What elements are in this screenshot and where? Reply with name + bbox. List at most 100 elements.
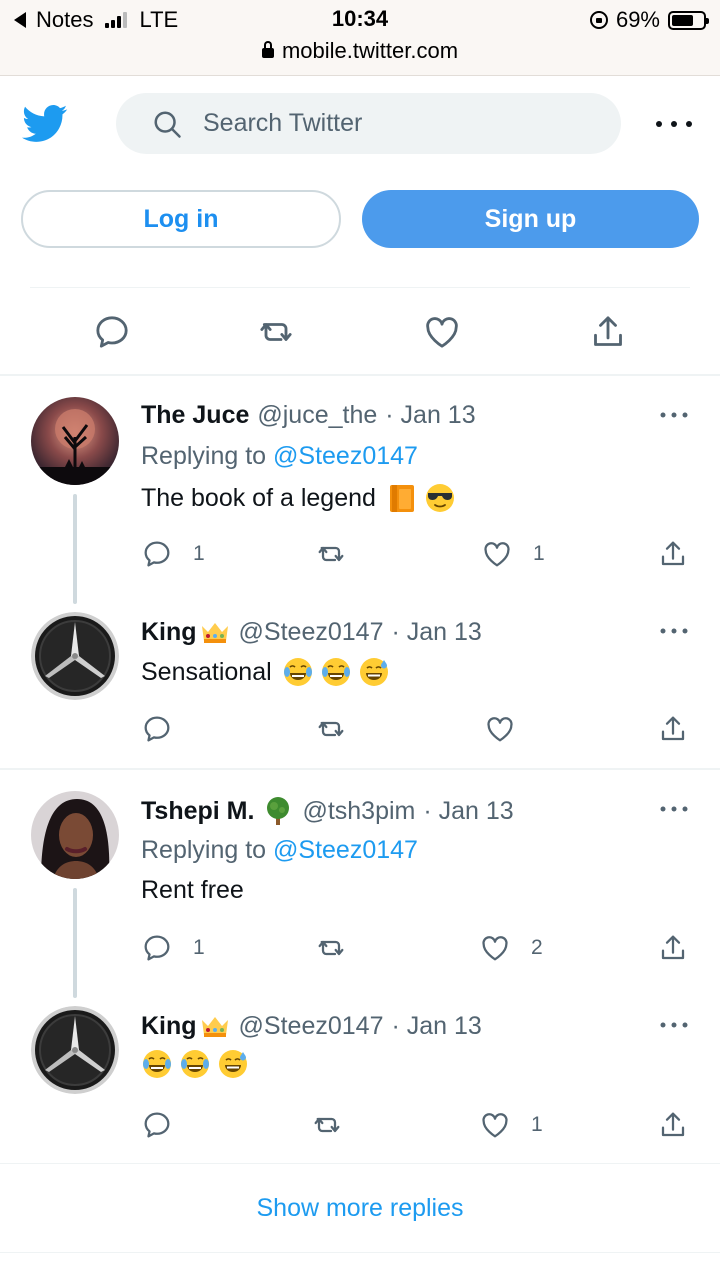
thread-line (73, 494, 77, 604)
author-handle[interactable]: @juce_the (257, 401, 377, 430)
avatar[interactable] (31, 1006, 119, 1094)
thread-line (73, 888, 77, 998)
tweet-body: Rent free (141, 876, 244, 904)
author-name[interactable]: King (141, 618, 197, 647)
tweet-date[interactable]: · Jan 13 (385, 401, 475, 430)
reply-icon (141, 1109, 173, 1141)
like-action[interactable]: 1 (481, 538, 545, 570)
retweet-action[interactable] (315, 713, 347, 745)
share-icon (657, 538, 689, 570)
status-bar: Notes LTE 10:34 69% (0, 0, 720, 40)
search-input[interactable] (203, 109, 583, 138)
author-handle[interactable]: @Steez0147 (239, 1012, 384, 1041)
tweet-more-icon[interactable] (660, 412, 688, 418)
like-icon (481, 538, 513, 570)
signup-button[interactable]: Sign up (362, 190, 699, 248)
like-count: 2 (531, 936, 543, 959)
author-name[interactable]: Tshepi M. (141, 797, 254, 826)
share-action[interactable] (657, 1109, 689, 1141)
author-handle[interactable]: @Steez0147 (239, 618, 384, 647)
twitter-header: Log in Sign up (0, 76, 720, 272)
tweet-text: Rent free (141, 876, 244, 905)
tweet-text: The book of a legend (141, 482, 456, 514)
twitter-bird-icon[interactable] (22, 104, 68, 144)
reply-count: 1 (193, 936, 205, 959)
tweet-text: Sensational (141, 656, 390, 688)
sunglasses-emoji (424, 482, 456, 514)
retweet-icon (315, 713, 347, 745)
lock-icon (261, 41, 274, 58)
reply-icon (141, 713, 173, 745)
like-count: 1 (533, 542, 545, 565)
tweet-header: The Juce @juce_the · Jan 13 (141, 401, 476, 430)
reply-icon[interactable] (92, 312, 132, 352)
tears-of-joy-emoji (282, 656, 314, 688)
url-domain: mobile.twitter.com (281, 38, 459, 63)
tweet-date[interactable]: · Jan 13 (423, 797, 513, 826)
crown-emoji (199, 616, 231, 648)
like-count: 1 (531, 1113, 543, 1136)
orange-book-emoji (386, 482, 418, 514)
avatar[interactable] (31, 791, 119, 879)
replying-prefix: Replying to (141, 442, 267, 470)
like-icon[interactable] (422, 312, 462, 352)
share-action[interactable] (657, 538, 689, 570)
url-bar[interactable]: mobile.twitter.com (0, 38, 720, 64)
like-action[interactable]: 1 (479, 1109, 543, 1141)
reply-icon (141, 932, 173, 964)
retweet-icon (315, 932, 347, 964)
share-icon[interactable] (588, 312, 628, 352)
tweet-date[interactable]: · Jan 13 (391, 618, 481, 647)
login-button[interactable]: Log in (21, 190, 341, 248)
reply-action[interactable] (141, 713, 173, 745)
avatar[interactable] (31, 612, 119, 700)
author-name[interactable]: King (141, 1012, 197, 1041)
tweet-header: King @Steez0147 · Jan 13 (141, 1010, 482, 1042)
divider (0, 768, 720, 770)
tears-of-joy-emoji (141, 1048, 173, 1080)
retweet-action[interactable] (311, 1109, 343, 1141)
battery-percent: 69% (615, 7, 660, 32)
tree-emoji (262, 795, 294, 827)
retweet-action[interactable] (315, 932, 347, 964)
share-icon (657, 1109, 689, 1141)
tweet-date[interactable]: · Jan 13 (391, 1012, 481, 1041)
status-right: 69% (589, 7, 709, 33)
search-box[interactable] (116, 93, 621, 154)
mention-link[interactable]: @Steez0147 (273, 442, 418, 470)
retweet-action[interactable] (315, 538, 347, 570)
like-action[interactable]: 2 (479, 932, 543, 964)
share-icon (657, 932, 689, 964)
tweet-more-icon[interactable] (660, 1022, 688, 1028)
battery-icon (668, 10, 709, 30)
more-options-icon[interactable] (656, 114, 692, 134)
rotation-lock-icon (589, 11, 608, 29)
reply-action[interactable]: 1 (141, 538, 205, 570)
tweet-more-icon[interactable] (660, 628, 688, 634)
like-icon (484, 713, 516, 745)
tears-of-joy-emoji (179, 1048, 211, 1080)
share-icon (657, 713, 689, 745)
tears-of-joy-emoji (320, 656, 352, 688)
reply-count: 1 (193, 542, 205, 565)
share-action[interactable] (657, 932, 689, 964)
reply-action[interactable] (141, 1109, 173, 1141)
retweet-icon (311, 1109, 343, 1141)
tweet-body: Sensational (141, 657, 272, 686)
sweat-smile-emoji (358, 656, 390, 688)
sweat-smile-emoji (217, 1048, 249, 1080)
show-more-replies-link[interactable]: Show more replies (0, 1163, 720, 1253)
like-icon (479, 932, 511, 964)
mention-link[interactable]: @Steez0147 (273, 836, 418, 864)
retweet-icon[interactable] (256, 312, 296, 352)
like-action[interactable] (484, 713, 516, 745)
author-handle[interactable]: @tsh3pim (302, 797, 415, 826)
search-icon (154, 111, 181, 138)
divider (0, 374, 720, 376)
share-action[interactable] (657, 713, 689, 745)
avatar[interactable] (31, 397, 119, 485)
author-name[interactable]: The Juce (141, 401, 249, 430)
tweet-more-icon[interactable] (660, 806, 688, 812)
reply-action[interactable]: 1 (141, 932, 205, 964)
reply-icon (141, 538, 173, 570)
